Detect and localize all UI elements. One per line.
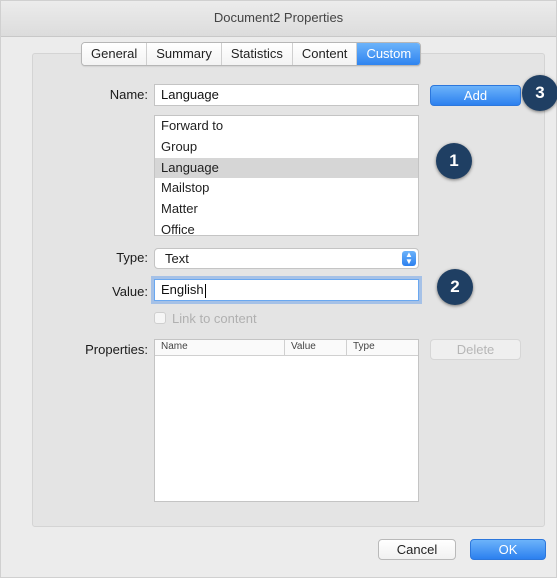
properties-table[interactable]: Name Value Type	[154, 339, 419, 502]
callout-badge-3: 3	[522, 75, 557, 111]
ok-button[interactable]: OK	[470, 539, 546, 560]
type-select-value: Text	[165, 251, 189, 266]
list-item-matter[interactable]: Matter	[155, 199, 418, 220]
link-to-content-label: Link to content	[172, 310, 257, 326]
column-header-value[interactable]: Value	[285, 340, 347, 355]
tab-summary[interactable]: Summary	[147, 43, 222, 65]
list-item-office[interactable]: Office	[155, 220, 418, 235]
list-item-mailstop[interactable]: Mailstop	[155, 178, 418, 199]
value-field[interactable]: English	[154, 279, 419, 301]
tab-statistics[interactable]: Statistics	[221, 43, 293, 65]
column-header-type[interactable]: Type	[347, 340, 418, 355]
tab-content[interactable]: Content	[292, 43, 358, 65]
properties-label: Properties:	[85, 342, 148, 357]
callout-badge-1: 1	[436, 143, 472, 179]
text-caret	[204, 283, 206, 298]
name-field[interactable]: Language	[154, 84, 419, 106]
link-to-content-row: Link to content	[154, 310, 257, 326]
window-title: Document2 Properties	[1, 1, 556, 37]
callout-badge-2: 2	[437, 269, 473, 305]
list-item-group[interactable]: Group	[155, 137, 418, 158]
properties-window: Document2 Properties General Summary Sta…	[0, 0, 557, 578]
list-item-language[interactable]: Language	[155, 157, 418, 179]
cancel-button[interactable]: Cancel	[378, 539, 456, 560]
column-header-name[interactable]: Name	[155, 340, 285, 355]
list-item-forward-to[interactable]: Forward to	[155, 116, 418, 137]
name-label: Name:	[109, 87, 148, 102]
add-button[interactable]: Add	[430, 85, 521, 106]
link-to-content-checkbox[interactable]	[154, 312, 166, 324]
value-label: Value:	[112, 284, 148, 299]
value-field-text: English	[161, 282, 204, 297]
chevron-updown-icon: ▲ ▼	[402, 251, 416, 266]
type-select[interactable]: Text ▲ ▼	[154, 248, 419, 269]
name-suggestions-list[interactable]: Forward to Group Language Mailstop Matte…	[154, 115, 419, 236]
tab-general[interactable]: General	[82, 43, 148, 65]
tab-custom[interactable]: Custom	[357, 43, 421, 65]
properties-table-header: Name Value Type	[155, 340, 418, 356]
type-label: Type:	[116, 250, 148, 265]
delete-button[interactable]: Delete	[430, 339, 521, 360]
tab-bar: General Summary Statistics Content Custo…	[81, 42, 422, 66]
